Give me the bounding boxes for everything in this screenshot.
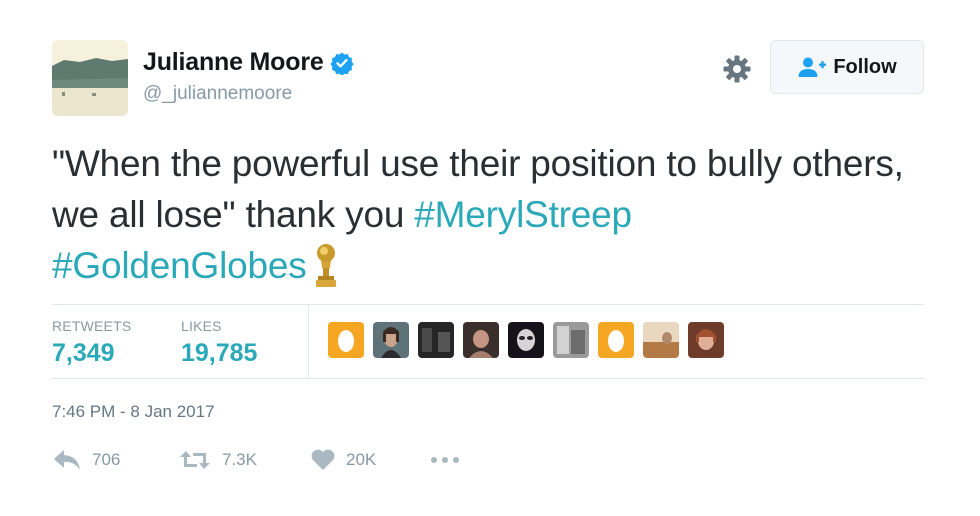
- reply-button[interactable]: 706: [52, 448, 120, 472]
- display-name[interactable]: Julianne Moore: [143, 48, 324, 77]
- hashtag-golden-globes[interactable]: #GoldenGlobes: [52, 245, 307, 286]
- gear-icon[interactable]: [722, 54, 752, 84]
- retweet-count: 7.3K: [222, 450, 257, 469]
- liker-avatar[interactable]: [373, 322, 409, 358]
- heart-icon: [311, 449, 335, 470]
- tweet-timestamp[interactable]: 7:46 PM - 8 Jan 2017: [52, 402, 215, 422]
- likes-label: LIKES: [181, 318, 222, 334]
- liker-avatar[interactable]: [328, 322, 364, 358]
- liker-avatar[interactable]: [508, 322, 544, 358]
- divider-bottom: [52, 378, 924, 379]
- like-count: 20K: [346, 450, 377, 469]
- like-button[interactable]: 20K: [310, 448, 376, 472]
- retweet-button[interactable]: 7.3K: [178, 448, 257, 472]
- divider-top: [52, 304, 924, 305]
- tweet-header: Julianne Moore @_juliannemoore Follow: [52, 40, 926, 116]
- liker-avatar[interactable]: [463, 322, 499, 358]
- retweets-stat[interactable]: RETWEETS 7,349: [52, 318, 131, 368]
- add-user-icon: [798, 57, 827, 77]
- stats-divider: [308, 305, 309, 378]
- reply-count: 706: [92, 450, 121, 469]
- liker-avatar[interactable]: [643, 322, 679, 358]
- likes-stat[interactable]: LIKES 19,785: [181, 318, 257, 368]
- name-block: Julianne Moore @_juliannemoore: [143, 48, 354, 105]
- golden-globe-trophy-icon: [313, 242, 339, 288]
- likes-value: 19,785: [181, 339, 258, 367]
- avatar-image: [52, 40, 128, 116]
- user-handle[interactable]: @_juliannemoore: [143, 83, 354, 105]
- more-dots-icon: [431, 457, 459, 463]
- follow-button-label: Follow: [833, 55, 897, 78]
- avatar[interactable]: [52, 40, 128, 116]
- hashtag-meryl-streep[interactable]: #MerylStreep: [414, 194, 632, 235]
- retweets-label: RETWEETS: [52, 318, 132, 334]
- retweet-icon: [180, 451, 210, 469]
- name-row: Julianne Moore: [143, 48, 354, 77]
- liker-avatar[interactable]: [418, 322, 454, 358]
- more-options-button[interactable]: [430, 456, 460, 464]
- reply-icon: [54, 450, 80, 470]
- retweets-value: 7,349: [52, 339, 115, 367]
- liker-avatar[interactable]: [688, 322, 724, 358]
- liker-avatar[interactable]: [553, 322, 589, 358]
- follow-button[interactable]: Follow: [770, 40, 924, 94]
- tweet-text: "When the powerful use their position to…: [52, 138, 932, 291]
- verified-badge-icon: [329, 51, 354, 76]
- liker-avatar[interactable]: [598, 322, 634, 358]
- likers-avatars: [328, 322, 733, 358]
